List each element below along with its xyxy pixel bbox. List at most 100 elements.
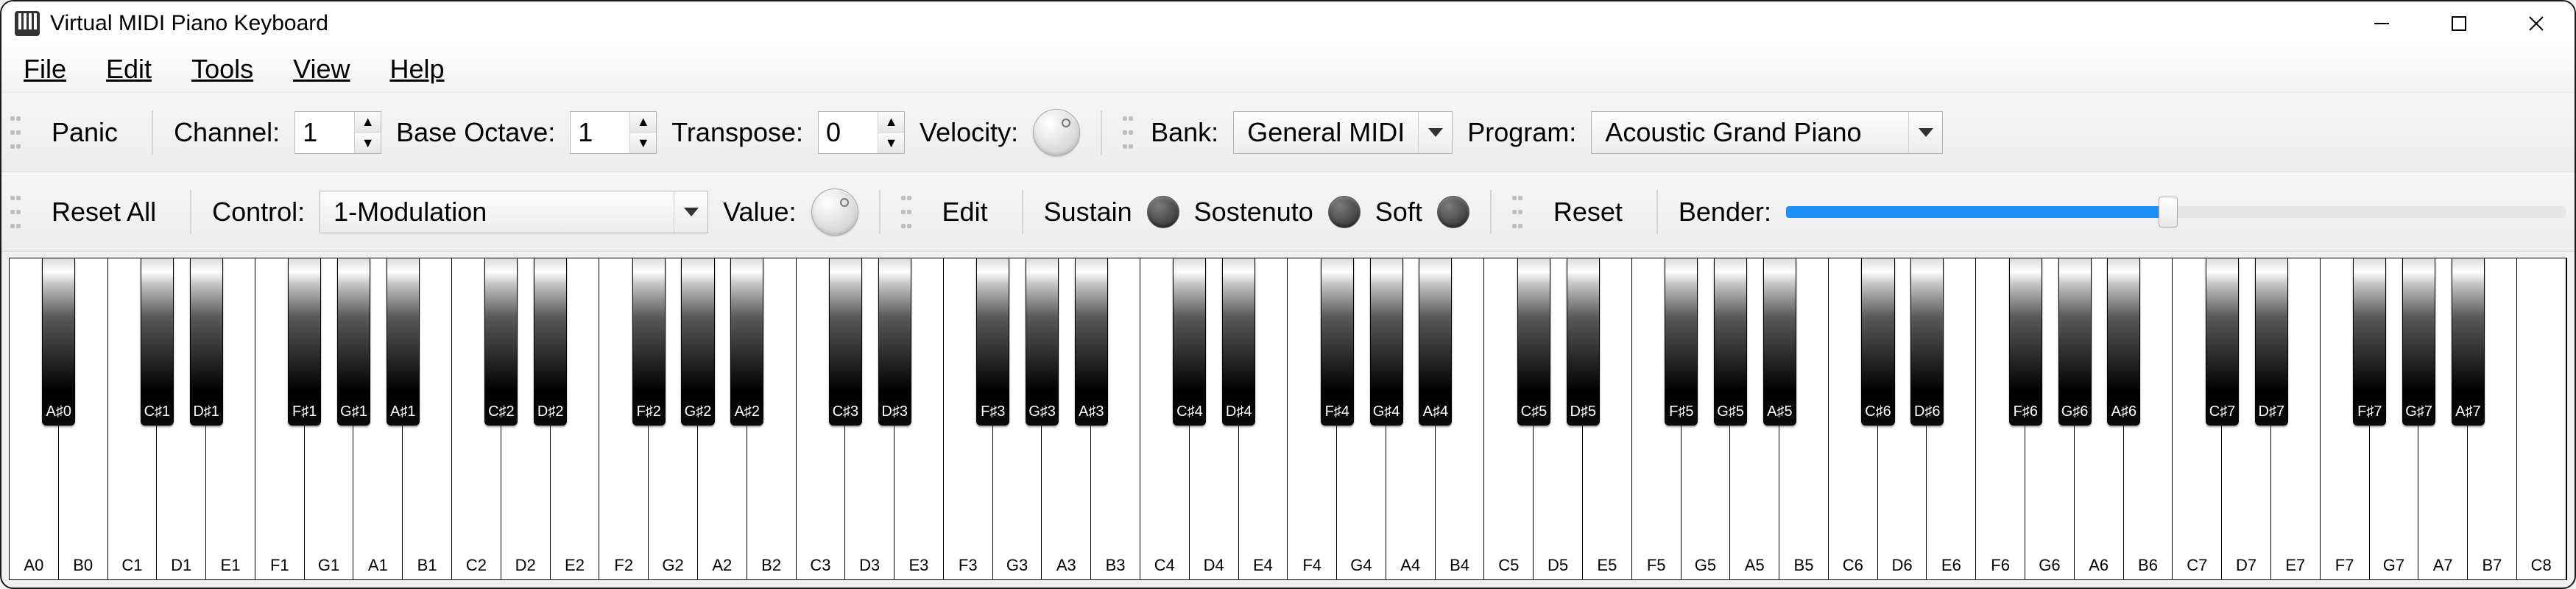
- black-key-Gsharp4[interactable]: G♯4: [1370, 258, 1403, 426]
- black-key-Asharp5[interactable]: A♯5: [1763, 258, 1796, 426]
- black-key-Gsharp3[interactable]: G♯3: [1026, 258, 1059, 426]
- black-key-label: C♯1: [144, 403, 171, 420]
- control-value: 1-Modulation: [320, 197, 674, 228]
- black-key-Asharp3[interactable]: A♯3: [1075, 258, 1108, 426]
- black-key-Csharp5[interactable]: C♯5: [1517, 258, 1550, 426]
- maximize-button[interactable]: [2420, 1, 2497, 46]
- chevron-down-icon: [1908, 112, 1942, 153]
- program-combobox[interactable]: Acoustic Grand Piano: [1591, 111, 1943, 154]
- black-key-Asharp0[interactable]: A♯0: [42, 258, 75, 426]
- menu-file[interactable]: File: [16, 51, 74, 88]
- black-key-label: C♯4: [1176, 403, 1203, 420]
- base-octave-step-down[interactable]: ▼: [630, 133, 656, 153]
- program-value: Acoustic Grand Piano: [1592, 117, 1908, 148]
- value-dial[interactable]: [811, 188, 858, 236]
- sustain-led-button[interactable]: [1147, 196, 1179, 228]
- black-key-Gsharp5[interactable]: G♯5: [1714, 258, 1747, 426]
- black-key-Csharp2[interactable]: C♯2: [484, 258, 518, 426]
- menu-help[interactable]: Help: [383, 51, 452, 88]
- velocity-dial[interactable]: [1033, 109, 1080, 156]
- white-key-C8[interactable]: C8: [2517, 258, 2566, 579]
- black-key-Fsharp2[interactable]: F♯2: [632, 258, 666, 426]
- black-key-Csharp3[interactable]: C♯3: [829, 258, 862, 426]
- toolbar-grip-icon[interactable]: [1123, 115, 1133, 150]
- transpose-step-down[interactable]: ▼: [878, 133, 904, 153]
- soft-label: Soft: [1375, 197, 1422, 228]
- base-octave-step-up[interactable]: ▲: [630, 112, 656, 133]
- black-key-Fsharp7[interactable]: F♯7: [2353, 258, 2386, 426]
- black-key-Asharp1[interactable]: A♯1: [387, 258, 420, 426]
- base-octave-input[interactable]: [571, 112, 629, 153]
- black-key-Dsharp2[interactable]: D♯2: [534, 258, 567, 426]
- black-key-label: A♯6: [2111, 403, 2136, 420]
- black-key-Asharp7[interactable]: A♯7: [2452, 258, 2485, 426]
- black-key-Fsharp4[interactable]: F♯4: [1321, 258, 1354, 426]
- black-key-label: D♯7: [2258, 403, 2284, 420]
- black-key-Gsharp2[interactable]: G♯2: [681, 258, 714, 426]
- edit-button[interactable]: Edit: [929, 191, 1001, 233]
- black-key-Fsharp1[interactable]: F♯1: [288, 258, 321, 426]
- reset-button[interactable]: Reset: [1540, 191, 1636, 233]
- black-key-Asharp6[interactable]: A♯6: [2107, 258, 2140, 426]
- toolbar-grip-icon[interactable]: [10, 115, 21, 150]
- control-label: Control:: [212, 197, 305, 228]
- black-key-Fsharp5[interactable]: F♯5: [1665, 258, 1698, 426]
- black-key-Csharp6[interactable]: C♯6: [1861, 258, 1894, 426]
- black-key-Dsharp5[interactable]: D♯5: [1567, 258, 1600, 426]
- base-octave-spinbox[interactable]: ▲ ▼: [570, 111, 657, 154]
- toolbar-grip-icon[interactable]: [901, 194, 911, 230]
- menu-edit[interactable]: Edit: [99, 51, 159, 88]
- black-key-Dsharp7[interactable]: D♯7: [2255, 258, 2288, 426]
- black-key-label: G♯7: [2405, 403, 2432, 420]
- black-key-label: G♯2: [685, 403, 712, 420]
- channel-step-up[interactable]: ▲: [355, 112, 381, 133]
- transpose-spinbox[interactable]: ▲ ▼: [818, 111, 905, 154]
- channel-spinbox[interactable]: ▲ ▼: [294, 111, 381, 154]
- black-key-Fsharp3[interactable]: F♯3: [976, 258, 1009, 426]
- black-key-Gsharp7[interactable]: G♯7: [2402, 258, 2435, 426]
- black-key-label: D♯4: [1226, 403, 1252, 420]
- black-key-label: F♯4: [1325, 403, 1349, 420]
- transpose-step-up[interactable]: ▲: [878, 112, 904, 133]
- black-key-label: F♯5: [1669, 403, 1693, 420]
- title-bar[interactable]: Virtual MIDI Piano Keyboard: [1, 1, 2575, 46]
- black-key-Gsharp6[interactable]: G♯6: [2058, 258, 2092, 426]
- black-key-label: F♯3: [981, 403, 1005, 420]
- black-key-Asharp4[interactable]: A♯4: [1419, 258, 1452, 426]
- black-key-Csharp7[interactable]: C♯7: [2206, 258, 2239, 426]
- black-key-Dsharp6[interactable]: D♯6: [1910, 258, 1944, 426]
- black-key-Dsharp3[interactable]: D♯3: [878, 258, 911, 426]
- toolbar-grip-icon[interactable]: [10, 194, 21, 230]
- value-label: Value:: [723, 197, 796, 228]
- menu-view[interactable]: View: [286, 51, 357, 88]
- bank-label: Bank:: [1151, 117, 1218, 148]
- app-icon: [15, 11, 40, 36]
- black-key-Dsharp4[interactable]: D♯4: [1222, 258, 1255, 426]
- soft-led-button[interactable]: [1437, 196, 1469, 228]
- sostenuto-led-button[interactable]: [1328, 196, 1361, 228]
- toolbar-grip-icon[interactable]: [1512, 194, 1522, 230]
- transpose-input[interactable]: [819, 112, 878, 153]
- black-key-Fsharp6[interactable]: F♯6: [2009, 258, 2042, 426]
- black-key-Asharp2[interactable]: A♯2: [730, 258, 763, 426]
- menu-tools[interactable]: Tools: [184, 51, 261, 88]
- close-button[interactable]: [2497, 1, 2575, 46]
- bank-value: General MIDI: [1234, 117, 1418, 148]
- channel-step-down[interactable]: ▼: [355, 133, 381, 153]
- reset-all-button[interactable]: Reset All: [38, 191, 169, 233]
- black-key-label: G♯5: [1717, 403, 1744, 420]
- channel-input[interactable]: [295, 112, 354, 153]
- black-key-label: C♯7: [2209, 403, 2236, 420]
- minimize-button[interactable]: [2343, 1, 2420, 46]
- bank-combobox[interactable]: General MIDI: [1233, 111, 1453, 154]
- control-combobox[interactable]: 1-Modulation: [320, 191, 708, 233]
- black-key-Csharp4[interactable]: C♯4: [1173, 258, 1206, 426]
- toolbar-main: Panic Channel: ▲ ▼ Base Octave: ▲ ▼ Tran…: [1, 93, 2575, 172]
- panic-button[interactable]: Panic: [38, 111, 131, 154]
- black-key-Csharp1[interactable]: C♯1: [141, 258, 174, 426]
- black-key-label: F♯6: [2014, 403, 2038, 420]
- bender-slider[interactable]: [1786, 206, 2566, 218]
- black-key-Dsharp1[interactable]: D♯1: [190, 258, 223, 426]
- black-key-Gsharp1[interactable]: G♯1: [337, 258, 370, 426]
- bender-slider-thumb[interactable]: [2159, 197, 2178, 228]
